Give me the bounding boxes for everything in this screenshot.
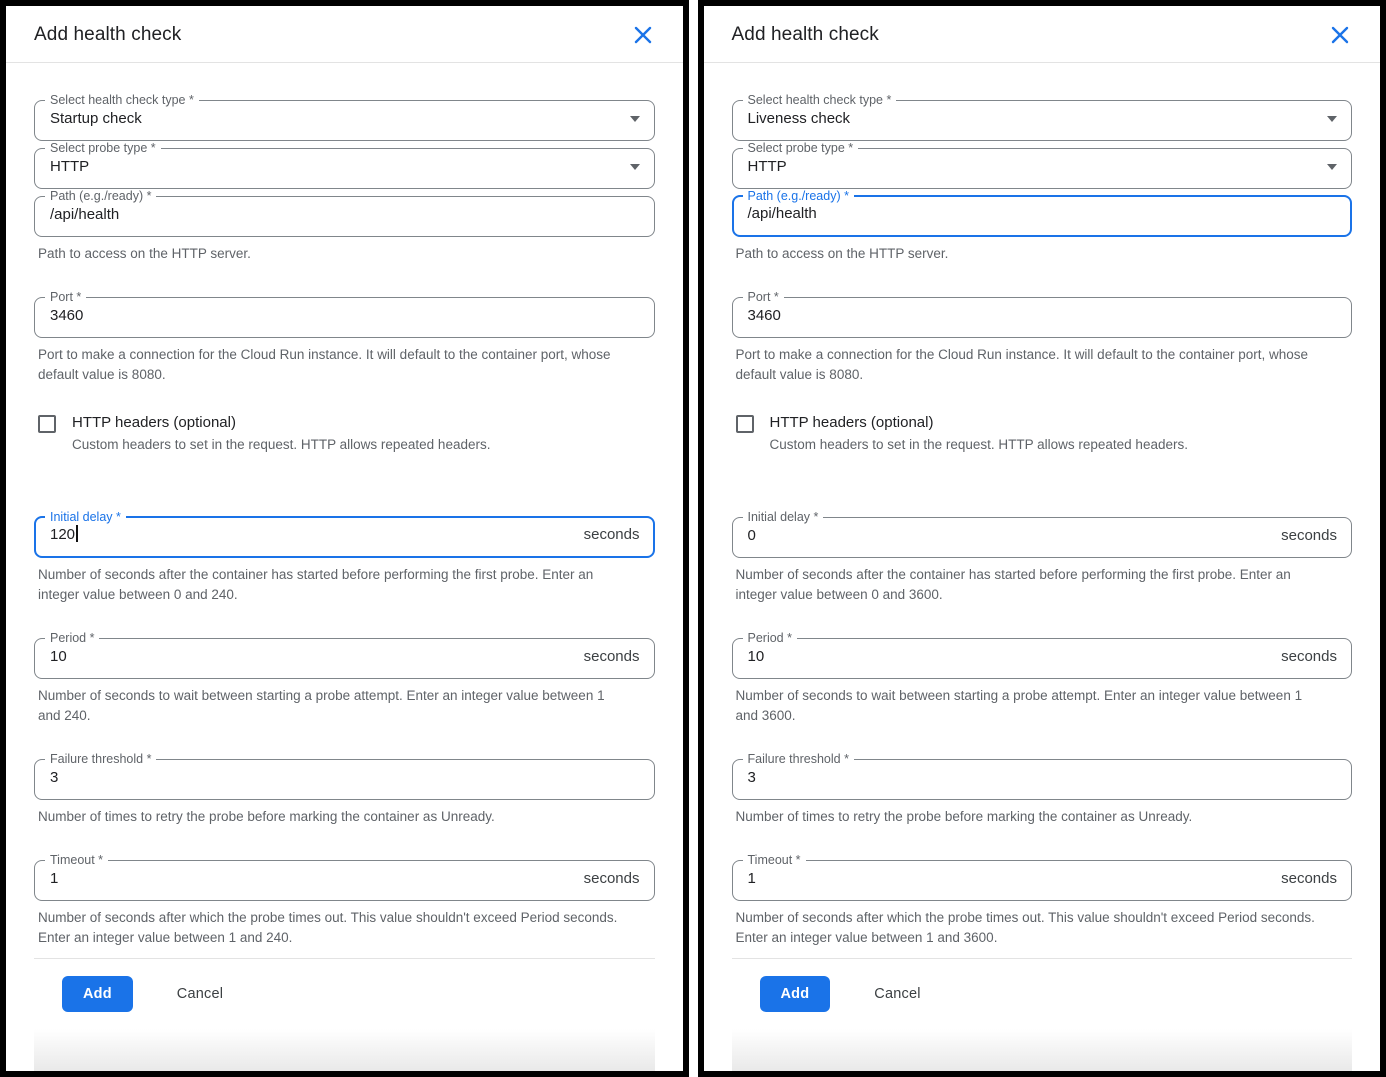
dialog-header: Add health check	[6, 6, 683, 63]
close-icon[interactable]	[631, 23, 655, 47]
probe-type-label: Select probe type *	[45, 141, 161, 155]
http-headers-helper: Custom headers to set in the request. HT…	[72, 435, 490, 454]
initial-delay-input[interactable]: Initial delay * 120 seconds	[34, 510, 655, 558]
health-check-type-label: Select health check type *	[45, 93, 199, 107]
probe-type-select[interactable]: Select probe type * HTTP	[34, 141, 655, 189]
timeout-helper: Number of seconds after which the probe …	[34, 908, 634, 948]
port-label: Port *	[743, 290, 784, 304]
timeout-unit: seconds	[584, 870, 640, 887]
dialog-bottom-shadow	[732, 1029, 1353, 1071]
timeout-input[interactable]: Timeout * 1 seconds	[732, 853, 1353, 901]
health-check-type-label: Select health check type *	[743, 93, 897, 107]
period-helper: Number of seconds to wait between starti…	[732, 686, 1332, 726]
failure-threshold-label: Failure threshold *	[743, 752, 854, 766]
http-headers-option: HTTP headers (optional) Custom headers t…	[36, 413, 655, 454]
http-headers-checkbox[interactable]	[736, 415, 754, 433]
dialog-footer: Add Cancel	[34, 958, 655, 1071]
form-body: Select health check type * Liveness chec…	[704, 63, 1381, 1071]
path-value: /api/health	[50, 204, 119, 225]
dialog-footer: Add Cancel	[732, 958, 1353, 1071]
port-input[interactable]: Port * 3460	[732, 290, 1353, 338]
period-unit: seconds	[584, 648, 640, 665]
add-button[interactable]: Add	[62, 976, 133, 1012]
path-helper: Path to access on the HTTP server.	[34, 244, 634, 264]
health-check-type-value: Liveness check	[748, 108, 851, 129]
path-label: Path (e.g./ready) *	[45, 189, 156, 203]
failure-threshold-value: 3	[748, 767, 756, 788]
dialog-liveness-check: Add health check Select health check typ…	[698, 0, 1386, 1077]
failure-threshold-helper: Number of times to retry the probe befor…	[732, 807, 1332, 827]
initial-delay-helper: Number of seconds after the container ha…	[34, 565, 634, 605]
failure-threshold-label: Failure threshold *	[45, 752, 156, 766]
probe-type-label: Select probe type *	[743, 141, 859, 155]
initial-delay-helper: Number of seconds after the container ha…	[732, 565, 1332, 605]
failure-threshold-helper: Number of times to retry the probe befor…	[34, 807, 634, 827]
close-icon[interactable]	[1328, 23, 1352, 47]
timeout-value: 1	[748, 868, 756, 889]
port-value: 3460	[50, 305, 83, 326]
failure-threshold-input[interactable]: Failure threshold * 3	[34, 752, 655, 800]
path-helper: Path to access on the HTTP server.	[732, 244, 1332, 264]
period-label: Period *	[743, 631, 797, 645]
initial-delay-label: Initial delay *	[45, 510, 126, 524]
dialog-title: Add health check	[34, 24, 181, 46]
period-value: 10	[748, 646, 765, 667]
dialog-title: Add health check	[732, 24, 879, 46]
http-headers-label: HTTP headers (optional)	[72, 413, 490, 433]
path-input[interactable]: Path (e.g./ready) * /api/health	[732, 189, 1353, 237]
health-check-type-value: Startup check	[50, 108, 142, 129]
cancel-button[interactable]: Cancel	[868, 985, 926, 1003]
chevron-down-icon	[630, 116, 640, 122]
dialog-header: Add health check	[704, 6, 1381, 63]
initial-delay-input[interactable]: Initial delay * 0 seconds	[732, 510, 1353, 558]
timeout-helper: Number of seconds after which the probe …	[732, 908, 1332, 948]
path-label: Path (e.g./ready) *	[743, 189, 854, 203]
dialog-bottom-shadow	[34, 1029, 655, 1071]
chevron-down-icon	[1327, 164, 1337, 170]
http-headers-helper: Custom headers to set in the request. HT…	[770, 435, 1188, 454]
timeout-input[interactable]: Timeout * 1 seconds	[34, 853, 655, 901]
period-value: 10	[50, 646, 67, 667]
port-helper: Port to make a connection for the Cloud …	[732, 345, 1332, 385]
probe-type-value: HTTP	[50, 156, 89, 177]
health-check-type-select[interactable]: Select health check type * Startup check	[34, 93, 655, 141]
path-input[interactable]: Path (e.g./ready) * /api/health	[34, 189, 655, 237]
text-cursor	[76, 525, 78, 542]
timeout-unit: seconds	[1281, 870, 1337, 887]
add-button[interactable]: Add	[760, 976, 831, 1012]
path-value: /api/health	[748, 203, 817, 224]
chevron-down-icon	[630, 164, 640, 170]
http-headers-label: HTTP headers (optional)	[770, 413, 1188, 433]
cancel-button[interactable]: Cancel	[171, 985, 229, 1003]
failure-threshold-input[interactable]: Failure threshold * 3	[732, 752, 1353, 800]
probe-type-select[interactable]: Select probe type * HTTP	[732, 141, 1353, 189]
initial-delay-unit: seconds	[584, 526, 640, 543]
period-unit: seconds	[1281, 648, 1337, 665]
http-headers-checkbox[interactable]	[38, 415, 56, 433]
initial-delay-label: Initial delay *	[743, 510, 824, 524]
port-value: 3460	[748, 305, 781, 326]
initial-delay-value: 0	[748, 525, 756, 546]
failure-threshold-value: 3	[50, 767, 58, 788]
initial-delay-value: 120	[50, 526, 75, 543]
dialog-startup-check: Add health check Select health check typ…	[0, 0, 689, 1077]
chevron-down-icon	[1327, 116, 1337, 122]
period-label: Period *	[45, 631, 99, 645]
port-label: Port *	[45, 290, 86, 304]
period-input[interactable]: Period * 10 seconds	[34, 631, 655, 679]
port-input[interactable]: Port * 3460	[34, 290, 655, 338]
period-input[interactable]: Period * 10 seconds	[732, 631, 1353, 679]
form-body: Select health check type * Startup check…	[6, 63, 683, 1071]
port-helper: Port to make a connection for the Cloud …	[34, 345, 634, 385]
health-check-type-select[interactable]: Select health check type * Liveness chec…	[732, 93, 1353, 141]
timeout-label: Timeout *	[45, 853, 108, 867]
period-helper: Number of seconds to wait between starti…	[34, 686, 634, 726]
initial-delay-unit: seconds	[1281, 527, 1337, 544]
http-headers-option: HTTP headers (optional) Custom headers t…	[734, 413, 1353, 454]
timeout-label: Timeout *	[743, 853, 806, 867]
probe-type-value: HTTP	[748, 156, 787, 177]
timeout-value: 1	[50, 868, 58, 889]
